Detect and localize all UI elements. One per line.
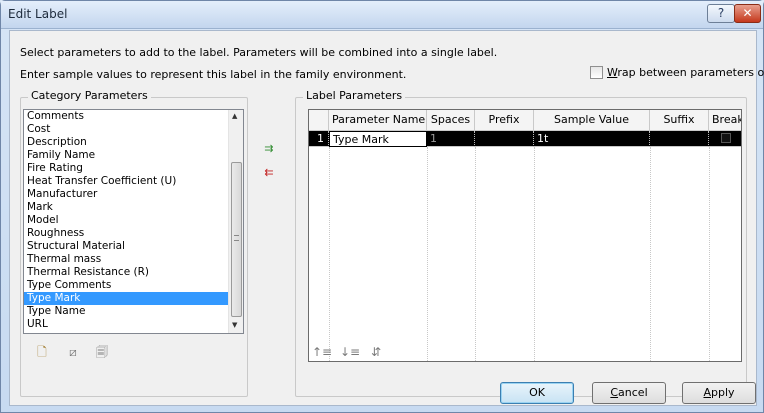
column-divider (650, 147, 651, 361)
row-index: 1 (309, 131, 329, 147)
spaces-cell[interactable]: 1 (427, 131, 475, 147)
add-to-label-icon[interactable]: ⇉ (262, 143, 276, 155)
list-item[interactable]: Type Mark (24, 292, 230, 305)
break-cell[interactable] (709, 131, 741, 147)
window-title: Edit Label (8, 7, 68, 21)
list-item[interactable]: Type Name (24, 305, 230, 318)
title-bar: Edit Label ? ✕ (1, 1, 763, 29)
list-item[interactable]: Model (24, 214, 230, 227)
cancel-button[interactable]: Cancel (592, 382, 666, 404)
list-item[interactable]: Thermal Resistance (R) (24, 266, 230, 279)
list-item[interactable]: Roughness (24, 227, 230, 240)
close-button[interactable]: ✕ (734, 4, 761, 23)
list-item[interactable]: Fire Rating (24, 162, 230, 175)
scroll-down-icon[interactable]: ▼ (232, 321, 237, 329)
list-item[interactable]: Type Comments (24, 279, 230, 292)
apply-label: pply (711, 386, 735, 399)
list-item[interactable]: Structural Material (24, 240, 230, 253)
label-parameters-title: Label Parameters (303, 89, 406, 102)
suffix-cell[interactable] (650, 131, 709, 147)
category-parameters-title: Category Parameters (28, 89, 151, 102)
move-down-icon[interactable]: ↓≡ (340, 344, 360, 360)
list-item[interactable]: Manufacturer (24, 188, 230, 201)
parameter-name-cell[interactable]: Type Mark (329, 131, 427, 147)
apply-mnemonic: A (703, 386, 711, 399)
col-header-prefix: Prefix (475, 110, 534, 131)
dialog-body: Select parameters to add to the label. P… (9, 30, 764, 406)
remove-from-label-icon[interactable]: ⇇ (262, 167, 276, 179)
column-divider (709, 147, 710, 361)
category-parameters-list[interactable]: Comments Cost Description Family Name Fire R… (23, 109, 244, 334)
list-scrollbar[interactable]: ▲ ▼ (228, 110, 243, 333)
grid-header-row: Parameter Name Spaces Prefix Sample Valu… (309, 110, 741, 131)
column-divider (475, 147, 476, 361)
prefix-cell[interactable] (475, 131, 534, 147)
checkbox-box[interactable] (590, 66, 603, 79)
list-item[interactable]: Family Name (24, 149, 230, 162)
col-header-sample-value: Sample Value (534, 110, 650, 131)
col-header-suffix: Suffix (650, 110, 709, 131)
scroll-up-icon[interactable]: ▲ (232, 112, 237, 120)
wrap-between-parameters-checkbox[interactable]: Wrap between parameters only (590, 66, 764, 79)
instruction-line-1: Select parameters to add to the label. P… (20, 46, 498, 59)
sort-icon[interactable]: ⇵ (368, 344, 384, 360)
add-shared-parameter-icon[interactable]: 🗐 (94, 344, 110, 360)
sample-value-cell[interactable]: 1t (534, 131, 650, 147)
col-header-parameter-name: Parameter Name (329, 110, 427, 131)
apply-button[interactable]: Apply (682, 382, 756, 404)
scroll-thumb[interactable] (231, 162, 242, 317)
label-parameters-grid[interactable]: Parameter Name Spaces Prefix Sample Valu… (308, 109, 742, 362)
column-divider (329, 147, 330, 361)
table-row[interactable]: 1 Type Mark 1 1t (309, 131, 741, 147)
ok-button[interactable]: OK (500, 382, 574, 404)
cancel-label: ancel (618, 386, 648, 399)
list-item[interactable]: Comments (24, 110, 230, 123)
col-header-break: Break (709, 110, 741, 131)
list-item[interactable]: Thermal mass (24, 253, 230, 266)
break-checkbox[interactable] (720, 133, 731, 143)
list-item[interactable]: Heat Transfer Coefficient (U) (24, 175, 230, 188)
list-item[interactable]: Cost (24, 123, 230, 136)
column-divider (427, 147, 428, 361)
instruction-line-2: Enter sample values to represent this la… (20, 68, 407, 81)
row-header-corner (309, 110, 329, 131)
help-button[interactable]: ? (707, 4, 735, 23)
col-header-spaces: Spaces (427, 110, 475, 131)
cancel-mnemonic: C (610, 386, 619, 399)
new-parameter-icon[interactable]: 🗋 (34, 344, 50, 360)
edit-label-dialog: Edit Label ? ✕ Select parameters to add … (0, 0, 764, 413)
wrap-label-text: rap between parameters only (617, 66, 764, 79)
list-item[interactable]: URL (24, 318, 230, 331)
move-up-icon[interactable]: ↑≡ (312, 344, 332, 360)
list-item[interactable]: Mark (24, 201, 230, 214)
edit-parameter-icon[interactable]: ⧄ (65, 344, 81, 360)
column-divider (534, 147, 535, 361)
list-item[interactable]: Description (24, 136, 230, 149)
wrap-label-mnemonic: W (607, 66, 618, 79)
grip-icon (234, 235, 239, 241)
